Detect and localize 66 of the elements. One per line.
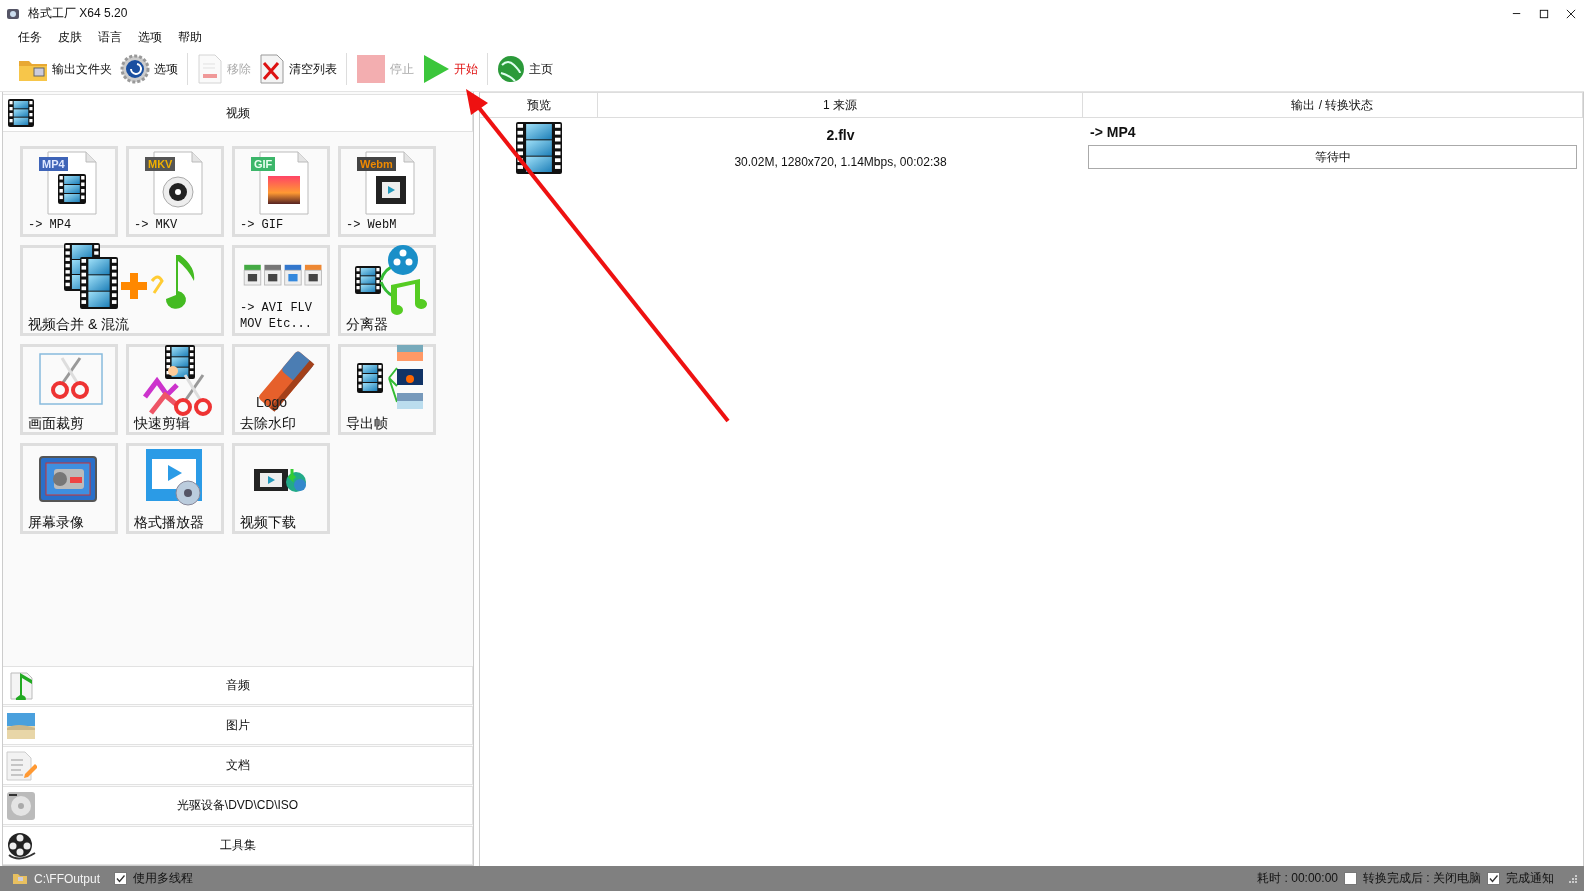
window-title: 格式工厂 X64 5.20 — [28, 5, 128, 22]
menu-item[interactable]: 语言 — [90, 28, 130, 46]
toolbar-button[interactable]: 输出文件夹 — [14, 51, 116, 87]
tool-tile[interactable]: MKV -> MKV — [126, 146, 224, 237]
tool-tile[interactable]: GIF -> GIF — [232, 146, 330, 237]
category-header[interactable]: 文档 — [3, 746, 473, 785]
menu-item[interactable]: 帮助 — [170, 28, 210, 46]
tool-tile[interactable]: Webm -> WebM — [338, 146, 436, 237]
film-strip-icon — [516, 122, 562, 174]
play-icon — [422, 54, 450, 84]
tool-tile[interactable]: 快速剪辑 — [126, 344, 224, 435]
film-reel-icon — [6, 830, 36, 861]
document-icon — [197, 54, 223, 84]
gear-icon — [120, 54, 150, 84]
checkbox-label: 使用多线程 — [133, 870, 194, 887]
column-header[interactable]: 1 来源 — [598, 93, 1083, 117]
category-header[interactable]: 视频 — [3, 94, 473, 132]
resize-grip-icon — [1568, 873, 1578, 884]
category-header[interactable]: 图片 — [3, 706, 473, 745]
stop-icon — [356, 54, 386, 84]
menu-item[interactable]: 任务 — [10, 28, 50, 46]
toolbar-button[interactable]: 选项 — [116, 51, 182, 87]
toolbar-button[interactable]: 清空列表 — [255, 51, 341, 87]
music-file-icon — [8, 671, 34, 700]
document-pencil-icon — [5, 749, 37, 782]
toolbar-button[interactable]: 开始 — [418, 51, 482, 87]
tool-tile[interactable]: 导出帧 — [338, 344, 436, 435]
film-strip-icon — [8, 99, 34, 127]
status-field: 等待中 — [1088, 145, 1577, 169]
disc-drive-icon — [6, 790, 36, 821]
app-icon — [6, 6, 20, 21]
checkbox[interactable] — [1344, 872, 1357, 885]
folder-icon — [12, 872, 28, 885]
landscape-icon — [6, 711, 36, 740]
tool-tile[interactable]: 视频合并 & 混流 — [20, 245, 224, 336]
category-header[interactable]: 音频 — [3, 666, 473, 705]
column-header[interactable]: 输出 / 转换状态 — [1083, 93, 1583, 117]
tool-tile[interactable]: 屏幕录像 — [20, 443, 118, 534]
format-label: MP4 — [39, 157, 68, 171]
menu-item[interactable]: 选项 — [130, 28, 170, 46]
globe-icon — [497, 55, 525, 83]
elapsed-time: 耗时 : 00:00:00 — [1257, 870, 1338, 887]
output-folder-path[interactable]: C:\FFOutput — [34, 871, 101, 886]
file-details: 30.02M, 1280x720, 1.14Mbps, 00:02:38 — [734, 155, 947, 169]
file-name: 2.flv — [826, 127, 855, 143]
checkbox[interactable] — [1487, 872, 1500, 885]
document-cross-icon — [259, 54, 285, 84]
tool-tile[interactable]: -> AVI FLV MOV Etc... — [232, 245, 330, 336]
checkbox-label: 完成通知 — [1506, 870, 1554, 887]
format-label: MKV — [145, 157, 176, 171]
toolbar-button[interactable]: 主页 — [493, 51, 557, 87]
tool-tile[interactable]: 格式播放器 — [126, 443, 224, 534]
category-header[interactable]: 光驱设备\DVD\CD\ISO — [3, 786, 473, 825]
close-icon[interactable] — [1564, 7, 1577, 20]
checkbox[interactable] — [114, 872, 128, 885]
checkbox-label: 转换完成后 : 关闭电脑 — [1363, 870, 1481, 887]
maximize-icon[interactable] — [1537, 7, 1550, 20]
format-label: Webm — [357, 157, 396, 171]
tool-tile[interactable]: 视频下载 — [232, 443, 330, 534]
category-header[interactable]: 工具集 — [3, 826, 473, 865]
output-format: -> MP4 — [1089, 124, 1137, 140]
format-label: GIF — [251, 157, 276, 171]
tool-tile[interactable]: 分离器 — [338, 245, 436, 336]
menu-item[interactable]: 皮肤 — [50, 28, 90, 46]
tool-tile[interactable]: MP4 -> MP4 — [20, 146, 118, 237]
tool-tile[interactable]: 画面裁剪 — [20, 344, 118, 435]
